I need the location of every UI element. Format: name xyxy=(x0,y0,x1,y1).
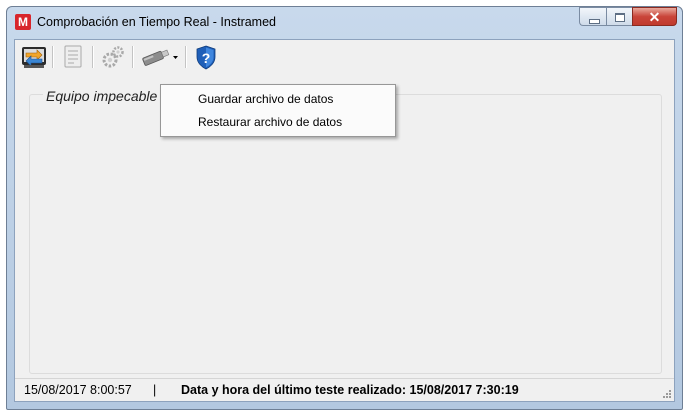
minimize-icon xyxy=(589,19,600,24)
title-bar[interactable]: M Comprobación en Tiempo Real - Instrame… xyxy=(7,7,682,39)
app-logo-icon[interactable]: M xyxy=(15,14,31,30)
settings-button[interactable] xyxy=(98,44,128,70)
close-icon: ✕ xyxy=(648,9,661,25)
svg-text:?: ? xyxy=(202,50,211,66)
group-label: Equipo impecable xyxy=(43,88,161,104)
toolbar: ? xyxy=(15,40,674,72)
report-icon xyxy=(64,45,82,68)
window-title: Comprobación en Tiempo Real - Instramed xyxy=(37,15,277,29)
last-test-info: Data y hora del último teste realizado: … xyxy=(181,383,519,397)
toolbar-separator xyxy=(92,46,94,68)
help-button[interactable]: ? xyxy=(191,44,221,70)
dropdown-arrow-icon xyxy=(173,56,178,59)
status-separator: | xyxy=(153,383,157,397)
toolbar-separator xyxy=(132,46,134,68)
maximize-icon xyxy=(615,13,625,22)
data-file-dropdown-menu: Guardar archivo de datos Restaurar archi… xyxy=(160,84,396,137)
current-datetime: 15/08/2017 8:00:57 xyxy=(24,383,132,397)
maximize-button[interactable] xyxy=(606,7,632,26)
app-window: M Comprobación en Tiempo Real - Instrame… xyxy=(6,6,683,410)
caption-buttons: ✕ xyxy=(579,7,677,27)
close-button[interactable]: ✕ xyxy=(632,7,677,26)
usb-drive-icon xyxy=(142,49,178,66)
menu-item-restore-data-file[interactable]: Restaurar archivo de datos xyxy=(198,115,342,129)
help-shield-icon: ? xyxy=(196,45,216,70)
data-file-dropdown-button[interactable] xyxy=(138,44,182,70)
resize-grip-icon[interactable] xyxy=(662,389,672,399)
minimize-button[interactable] xyxy=(579,7,606,26)
transfer-button[interactable] xyxy=(19,44,49,70)
status-bar: 15/08/2017 8:00:57 | Data y hora del últ… xyxy=(15,378,674,401)
toolbar-separator xyxy=(52,46,54,68)
settings-gears-icon xyxy=(102,46,124,68)
menu-item-save-data-file[interactable]: Guardar archivo de datos xyxy=(198,92,333,106)
client-area: ? Equipo impecable Guardar archivo de da… xyxy=(14,39,675,402)
transfer-icon xyxy=(22,47,46,68)
report-button[interactable] xyxy=(58,44,88,70)
toolbar-separator xyxy=(185,46,187,68)
